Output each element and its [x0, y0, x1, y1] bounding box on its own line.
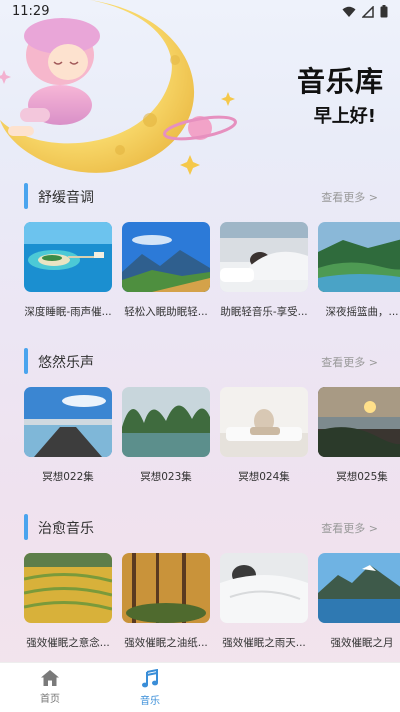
hero-illustration [0, 0, 250, 180]
card-row: 冥想022集 冥想023集 冥想024集 冥想025集 [24, 387, 400, 497]
music-card[interactable]: 冥想023集 [122, 387, 210, 484]
page-title: 音乐库 [296, 65, 384, 98]
music-card[interactable]: 强效催眠之油纸... [122, 553, 210, 650]
cover-image-rice-terraces [24, 553, 112, 623]
nav-music[interactable]: 音乐 [120, 669, 180, 707]
section-header: 舒缓音调 查看更多 > [0, 182, 400, 210]
music-note-icon [142, 669, 158, 688]
cover-image-island [24, 222, 112, 292]
card-caption: 深夜摇篮曲，... [325, 306, 399, 318]
nav-home-label: 首页 [40, 694, 60, 705]
music-card[interactable]: 冥想022集 [24, 387, 112, 484]
section-title: 治愈音乐 [38, 521, 94, 537]
card-caption: 强效催眠之雨天... [222, 637, 306, 649]
card-caption: 冥想022集 [42, 471, 94, 483]
cover-image-lake-mountain [318, 553, 400, 623]
greeting-text: 早上好! [313, 106, 376, 127]
cover-image-mountains [122, 222, 210, 292]
music-card[interactable]: 强效催眠之意念... [24, 553, 112, 650]
card-caption: 强效催眠之月 [330, 637, 394, 649]
card-caption: 助眠轻音乐-享受... [220, 306, 308, 318]
signal-icon [362, 5, 374, 18]
music-card[interactable]: 轻松入眠助眠轻... [122, 222, 210, 319]
cover-image-sleeping-person [220, 222, 308, 292]
section-title: 悠然乐声 [38, 355, 94, 371]
cover-image-green-valley [318, 222, 400, 292]
card-caption: 强效催眠之油纸... [124, 637, 208, 649]
music-card[interactable]: 强效催眠之月 [318, 553, 400, 650]
music-card[interactable]: 助眠轻音乐-享受... [220, 222, 308, 319]
cover-image-pier [24, 387, 112, 457]
section-accent-bar [24, 514, 28, 540]
cover-image-autumn-forest [122, 553, 210, 623]
music-card[interactable]: 深夜摇篮曲，... [318, 222, 400, 319]
card-row: 强效催眠之意念... 强效催眠之油纸... 强效催眠之雨天... 强效催眠之月 [24, 553, 400, 663]
wifi-icon [342, 6, 356, 17]
card-caption: 冥想023集 [140, 471, 192, 483]
bottom-nav: 首页 音乐 [0, 662, 400, 712]
cover-image-sleeping-bed [220, 553, 308, 623]
section-accent-bar [24, 348, 28, 374]
status-icons [342, 5, 388, 18]
music-card[interactable]: 强效催眠之雨天... [220, 553, 308, 650]
music-card[interactable]: 冥想024集 [220, 387, 308, 484]
nav-home[interactable]: 首页 [20, 669, 80, 705]
see-more-link[interactable]: 查看更多 > [321, 520, 378, 536]
cover-image-sofa [220, 387, 308, 457]
see-more-link[interactable]: 查看更多 > [321, 189, 378, 205]
nav-music-label: 音乐 [140, 696, 160, 707]
card-row: 深度睡眠-雨声催... 轻松入眠助眠轻... 助眠轻音乐-享受... 深夜摇篮曲… [24, 222, 400, 332]
cover-image-sunset-coast [318, 387, 400, 457]
section-accent-bar [24, 183, 28, 209]
section-header: 治愈音乐 查看更多 > [0, 513, 400, 541]
music-card[interactable]: 冥想025集 [318, 387, 400, 484]
card-caption: 深度睡眠-雨声催... [24, 306, 112, 318]
home-icon [41, 670, 59, 686]
music-card[interactable]: 深度睡眠-雨声催... [24, 222, 112, 319]
battery-icon [380, 5, 388, 18]
section-title: 舒缓音调 [38, 190, 94, 206]
card-caption: 轻松入眠助眠轻... [124, 306, 208, 318]
card-caption: 冥想025集 [336, 471, 388, 483]
card-caption: 强效催眠之意念... [26, 637, 110, 649]
section-header: 悠然乐声 查看更多 > [0, 347, 400, 375]
cover-image-karst-river [122, 387, 210, 457]
card-caption: 冥想024集 [238, 471, 290, 483]
see-more-link[interactable]: 查看更多 > [321, 354, 378, 370]
